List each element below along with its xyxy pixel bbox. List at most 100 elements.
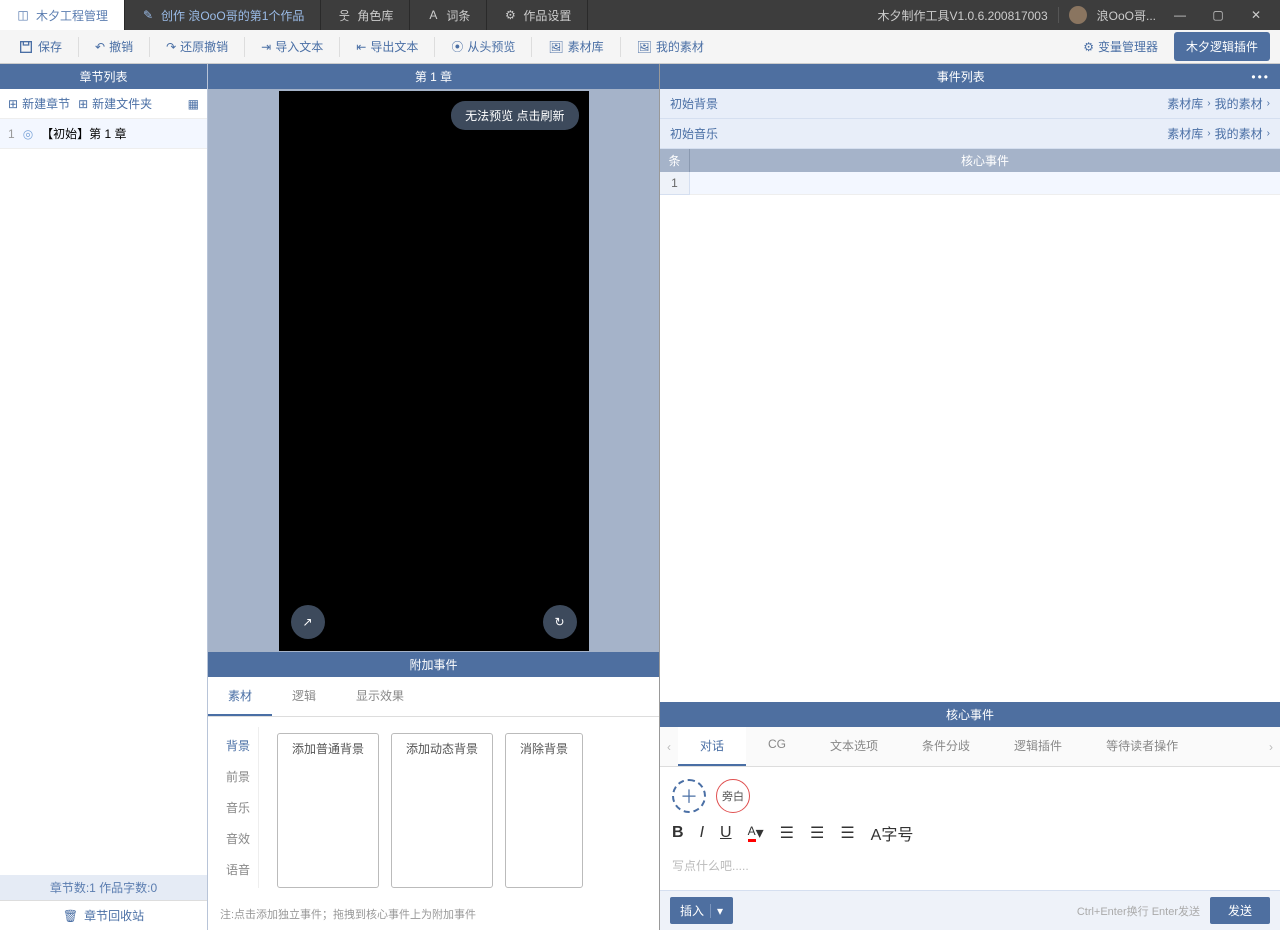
align-right-button[interactable]: ☰ (840, 823, 854, 843)
close-button[interactable]: ✕ (1242, 8, 1270, 22)
tab-roles[interactable]: 웃 角色库 (321, 0, 410, 30)
chevron-down-icon[interactable]: ▾ (710, 904, 723, 918)
asset-lib-link[interactable]: 素材库 (1167, 95, 1203, 112)
core-tab-dialog[interactable]: 对话 (678, 727, 746, 766)
version-label: 木夕制作工具V1.0.6.200817003 (878, 7, 1048, 24)
avatar[interactable] (1069, 6, 1087, 24)
event-table-header: 条 核心事件 (660, 149, 1280, 172)
core-event-header: 核心事件 (660, 702, 1280, 727)
no-preview-badge[interactable]: 无法预览 点击刷新 (451, 101, 578, 130)
insert-button[interactable]: 插入▾ (670, 897, 733, 924)
text-color-button[interactable]: A ▾ (748, 823, 764, 843)
tab-create[interactable]: ✎ 创作 浪OoO哥的第1个作品 (125, 0, 321, 30)
more-icon[interactable]: ••• (1251, 70, 1270, 84)
side-menu-voice[interactable]: 语音 (226, 861, 250, 878)
init-bg-row[interactable]: 初始背景 素材库› 我的素材› (660, 89, 1280, 119)
minimize-button[interactable]: — (1166, 8, 1194, 22)
my-assets-button[interactable]: 🖼我的素材 (629, 34, 712, 59)
save-button[interactable]: 保存 (10, 34, 70, 59)
divider (1058, 7, 1059, 23)
undo-button[interactable]: ↶撤销 (87, 34, 141, 59)
tab-label: 词条 (446, 7, 470, 24)
row-content (690, 172, 1280, 195)
bold-button[interactable]: B (672, 824, 684, 842)
gear-icon: ⚙ (503, 8, 517, 22)
side-menu-bg[interactable]: 背景 (226, 737, 250, 754)
preview-canvas: 无法预览 点击刷新 ↗ ↻ (279, 91, 589, 651)
chapter-row[interactable]: 1 ◎ 【初始】第 1 章 (0, 119, 207, 149)
my-assets-link[interactable]: 我的素材 (1215, 95, 1263, 112)
logic-plugin-button[interactable]: 木夕逻辑插件 (1174, 32, 1270, 61)
grid-view-icon[interactable]: ▦ (188, 97, 199, 111)
core-tab-logic-plugin[interactable]: 逻辑插件 (992, 727, 1084, 766)
tab-label: 作品设置 (523, 7, 571, 24)
undo-icon: ↶ (95, 40, 105, 54)
redo-button[interactable]: ↷还原撤销 (158, 34, 236, 59)
preview-head-button[interactable]: ⦿从头预览 (443, 34, 523, 59)
event-panel-header: 事件列表 (670, 68, 1251, 85)
font-size-button[interactable]: A字号 (871, 821, 914, 845)
save-icon (18, 39, 34, 55)
open-external-button[interactable]: ↗ (291, 605, 325, 639)
chapter-panel-header: 章节列表 (0, 64, 207, 89)
side-menu-sfx[interactable]: 音效 (226, 830, 250, 847)
new-chapter-button[interactable]: ⊞新建章节 (8, 95, 70, 112)
tab-settings[interactable]: ⚙ 作品设置 (487, 0, 588, 30)
underline-button[interactable]: U (720, 824, 732, 842)
core-tab-text-option[interactable]: 文本选项 (808, 727, 900, 766)
attach-tab-material[interactable]: 素材 (208, 677, 272, 716)
asset-lib-link[interactable]: 素材库 (1167, 125, 1203, 142)
maximize-button[interactable]: ▢ (1204, 8, 1232, 22)
event-row[interactable]: 1 (660, 172, 1280, 195)
tabs-scroll-right[interactable]: › (1262, 727, 1280, 766)
my-assets-icon: 🖼 (637, 40, 652, 54)
event-panel: 事件列表 ••• 初始背景 素材库› 我的素材› 初始音乐 素材库› 我的素材›… (660, 64, 1280, 930)
tab-label: 创作 浪OoO哥的第1个作品 (161, 7, 304, 24)
send-button[interactable]: 发送 (1210, 897, 1270, 924)
side-menu-music[interactable]: 音乐 (226, 799, 250, 816)
attach-tab-effect[interactable]: 显示效果 (336, 677, 424, 716)
add-normal-bg-button[interactable]: 添加普通背景 (277, 733, 379, 888)
tab-project[interactable]: ◫ 木夕工程管理 (0, 0, 125, 30)
asset-lib-button[interactable]: 🖼素材库 (540, 34, 611, 59)
refresh-preview-button[interactable]: ↻ (543, 605, 577, 639)
preview-header: 第 1 章 (208, 64, 659, 89)
chapter-index: 1 (8, 127, 15, 141)
new-folder-button[interactable]: ⊞新建文件夹 (78, 95, 152, 112)
core-tab-wait-reader[interactable]: 等待读者操作 (1084, 727, 1200, 766)
init-music-row[interactable]: 初始音乐 素材库› 我的素材› (660, 119, 1280, 149)
tab-terms[interactable]: A 词条 (410, 0, 487, 30)
italic-button[interactable]: I (700, 824, 704, 842)
format-toolbar: B I U A ▾ ☰ ☰ ☰ A字号 (672, 821, 1268, 845)
chevron-right-icon: › (1267, 128, 1270, 139)
add-character-button[interactable]: ＋ (672, 779, 706, 813)
titlebar: ◫ 木夕工程管理 ✎ 创作 浪OoO哥的第1个作品 웃 角色库 A 词条 ⚙ 作… (0, 0, 1280, 30)
narration-button[interactable]: 旁白 (716, 779, 750, 813)
attach-tab-logic[interactable]: 逻辑 (272, 677, 336, 716)
attach-header: 附加事件 (208, 652, 659, 677)
recycle-bin-button[interactable]: 🗑 章节回收站 (0, 900, 207, 930)
align-left-button[interactable]: ☰ (780, 823, 794, 843)
trash-icon: 🗑 (63, 909, 78, 923)
side-menu-fg[interactable]: 前景 (226, 768, 250, 785)
chevron-right-icon: › (1207, 128, 1210, 139)
send-hint: Ctrl+Enter换行 Enter发送 (1077, 903, 1200, 919)
export-button[interactable]: ⇤导出文本 (348, 34, 426, 59)
align-center-button[interactable]: ☰ (810, 823, 824, 843)
tabs-scroll-left[interactable]: ‹ (660, 727, 678, 766)
export-icon: ⇤ (356, 40, 366, 54)
project-icon: ◫ (16, 8, 30, 22)
var-manager-button[interactable]: ⚙变量管理器 (1075, 34, 1166, 59)
plus-icon: ⊞ (8, 97, 18, 111)
core-tab-cg[interactable]: CG (746, 727, 808, 766)
add-dynamic-bg-button[interactable]: 添加动态背景 (391, 733, 493, 888)
chevron-right-icon: › (1267, 98, 1270, 109)
tab-label: 角色库 (357, 7, 393, 24)
dialog-input[interactable]: 写点什么吧..... (672, 853, 1268, 878)
remove-bg-button[interactable]: 消除背景 (505, 733, 583, 888)
tab-label: 木夕工程管理 (36, 7, 108, 24)
terms-icon: A (426, 8, 440, 22)
import-button[interactable]: ⇥导入文本 (253, 34, 331, 59)
core-tab-condition[interactable]: 条件分歧 (900, 727, 992, 766)
my-assets-link[interactable]: 我的素材 (1215, 125, 1263, 142)
